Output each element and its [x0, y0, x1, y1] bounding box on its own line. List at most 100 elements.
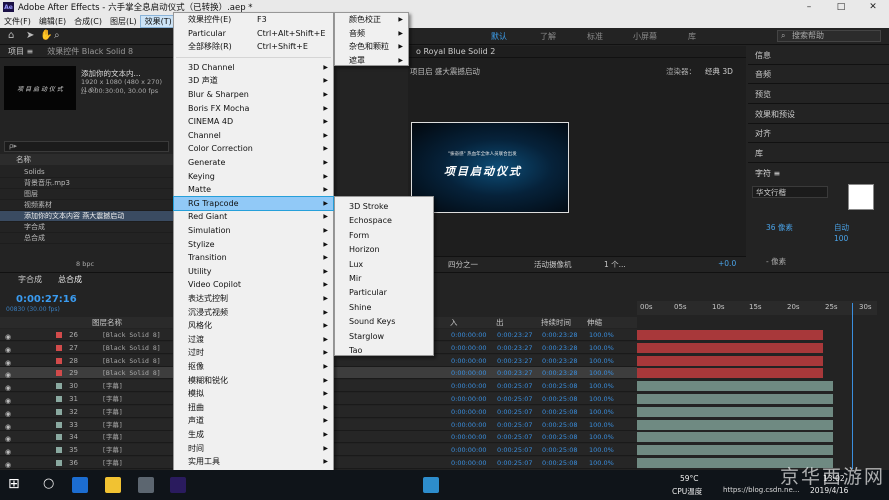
menu-item-effect-category[interactable]: 表达式控制 ▶ [174, 292, 333, 306]
layer-in[interactable]: 0:00:00:00 [451, 406, 487, 418]
menu-item-trapcode-effect[interactable]: 3D Stroke [335, 200, 433, 214]
menu-item-effect-category[interactable]: 抠像 ▶ [174, 360, 333, 374]
project-search-input[interactable]: ρ▸ [4, 141, 169, 152]
camera-select[interactable]: 活动摄像机 [534, 259, 572, 270]
menu-item-trapcode-effect[interactable]: Tao [335, 344, 433, 358]
menu-item-color-correction[interactable]: 颜色校正 ▶ [335, 13, 408, 27]
menu-item-trapcode-effect[interactable]: Form [335, 229, 433, 243]
menu-item-effect-category[interactable]: Boris FX Mocha ▶ [174, 102, 333, 116]
menu-item-effect-category[interactable]: Blur & Sharpen ▶ [174, 88, 333, 102]
menu-item-trapcode-effect[interactable]: Lux [335, 258, 433, 272]
layer-duration-bar[interactable] [637, 355, 823, 366]
layer-duration-bar[interactable] [637, 394, 833, 404]
layer-duration[interactable]: 0:00:25:08 [542, 457, 578, 469]
layer-stretch[interactable]: 100.0% [589, 329, 614, 341]
layer-in[interactable]: 0:00:00:00 [451, 380, 487, 392]
workspace-learn[interactable]: 了解 [540, 31, 556, 42]
menu-item-effect-category[interactable]: 沉浸式视频 ▶ [174, 306, 333, 320]
menu-item-audio[interactable]: 音频 ▶ [335, 27, 408, 41]
layer-name[interactable]: [字幕] [102, 406, 123, 418]
col-out[interactable]: 出 [496, 317, 504, 328]
after-effects-taskbar-icon[interactable] [170, 477, 186, 493]
hand-tool-icon[interactable]: ✋ [40, 30, 52, 41]
tab-effect-controls[interactable]: 效果控件 Black Solid 8 [47, 46, 133, 57]
col-in[interactable]: 入 [450, 317, 458, 328]
menu-item-trapcode-effect[interactable]: Mir [335, 272, 433, 286]
workspace-library[interactable]: 库 [688, 31, 696, 42]
menu-item-effect-category[interactable]: Keying ▶ [174, 170, 333, 184]
menu-item-effect-category[interactable]: 3D Channel ▶ [174, 61, 333, 75]
comp-breadcrumb[interactable]: 项目启 盛大震撼启动 [410, 66, 480, 77]
menu-item-effect-category[interactable]: Simulation ▶ [174, 224, 333, 238]
layer-in[interactable]: 0:00:00:00 [451, 431, 487, 443]
label-color-swatch[interactable] [56, 344, 62, 351]
menu-item-effect-category[interactable]: 生成 ▶ [174, 428, 333, 442]
menu-item-trapcode-effect[interactable]: Shine [335, 301, 433, 315]
renderer-value[interactable]: 经典 3D [705, 66, 733, 77]
layer-duration[interactable]: 0:00:25:08 [542, 431, 578, 443]
layer-duration-bar[interactable] [637, 342, 823, 353]
menu-item-top[interactable]: 效果控件(E) F3 [174, 13, 333, 27]
mail-icon[interactable] [138, 477, 154, 493]
menu-item-trapcode-effect[interactable]: Echospace [335, 214, 433, 228]
label-color-swatch[interactable] [56, 332, 62, 338]
views-select[interactable]: 1 个... [604, 259, 626, 270]
zoom-tool-icon[interactable]: ⌕ [54, 30, 60, 41]
layer-name[interactable]: [字幕] [102, 431, 123, 443]
label-color-swatch[interactable] [56, 370, 62, 377]
layer-out[interactable]: 0:00:25:07 [497, 431, 533, 443]
layer-duration-bar[interactable] [637, 330, 823, 340]
menu-item-effect-category[interactable]: Color Correction ▶ [174, 142, 333, 156]
layer-duration-bar[interactable] [637, 368, 823, 379]
layer-name[interactable]: [字幕] [102, 380, 123, 392]
menu-item-effect-category[interactable]: 3D 声道 ▶ [174, 74, 333, 88]
menu-item-top[interactable]: Particular Ctrl+Alt+Shift+E [174, 27, 333, 41]
menu-item-effect-category[interactable]: Red Giant ▶ [174, 210, 333, 224]
layer-name[interactable]: [字幕] [102, 457, 123, 469]
list-item[interactable]: 字合成 [0, 222, 175, 233]
menu-item-effect-category[interactable]: RG Trapcode ▶ [173, 195, 334, 212]
label-color-swatch[interactable] [56, 421, 62, 428]
tracking-value[interactable]: 100 [834, 234, 848, 243]
layer-duration[interactable]: 0:00:23:28 [542, 355, 578, 367]
layer-out[interactable]: 0:00:23:27 [497, 329, 533, 341]
app-taskbar-icon[interactable] [423, 477, 439, 493]
edge-browser-icon[interactable] [72, 477, 88, 493]
menu-item-trapcode-effect[interactable]: Particular [335, 286, 433, 300]
leading-value[interactable]: 自动 [834, 222, 849, 233]
col-name-header[interactable]: 名称 [0, 154, 175, 165]
panel-align[interactable]: 对齐 [748, 124, 889, 143]
menu-item-effect-category[interactable]: Generate ▶ [174, 156, 333, 170]
workspace-default[interactable]: 默认 [491, 31, 507, 42]
font-select[interactable]: 华文行楷 [752, 186, 828, 198]
layer-out[interactable]: 0:00:25:07 [497, 393, 533, 405]
layer-in[interactable]: 0:00:00:00 [451, 444, 487, 456]
panel-audio[interactable]: 音频 [748, 65, 889, 84]
tab-sub-comp[interactable]: 字合成 [18, 273, 42, 286]
menu-item-effect-category[interactable]: Stylize ▶ [174, 238, 333, 252]
fill-color-swatch[interactable] [848, 184, 874, 210]
menu-item-effect-category[interactable]: 模糊和锐化 ▶ [174, 374, 333, 388]
label-color-swatch[interactable] [56, 434, 62, 441]
workspace-small-screen[interactable]: 小屏幕 [633, 31, 657, 42]
menu-item-effect-category[interactable]: 时间 ▶ [174, 442, 333, 456]
bpc-indicator[interactable]: 8 bpc [76, 260, 94, 268]
layer-out[interactable]: 0:00:25:07 [497, 444, 533, 456]
menu-item-effect-category[interactable]: Matte ▶ [174, 183, 333, 197]
label-color-swatch[interactable] [56, 460, 62, 466]
menu-item-effect-category[interactable]: 过渡 ▶ [174, 333, 333, 347]
layer-out[interactable]: 0:00:25:07 [497, 457, 533, 469]
layer-stretch[interactable]: 100.0% [589, 367, 614, 379]
layer-in[interactable]: 0:00:00:00 [451, 393, 487, 405]
col-duration[interactable]: 持续时间 [541, 317, 571, 328]
menu-item-top[interactable]: 全部移除(R) Ctrl+Shift+E [174, 40, 333, 54]
panel-library[interactable]: 库 [748, 144, 889, 163]
font-size-value[interactable]: 36 像素 [766, 222, 793, 233]
current-timecode[interactable]: 0:00:27:16 [16, 294, 77, 305]
layer-duration-bar[interactable] [637, 381, 833, 392]
layer-duration[interactable]: 0:00:25:08 [542, 444, 578, 456]
workspace-standard[interactable]: 标准 [587, 31, 603, 42]
layer-stretch[interactable]: 100.0% [589, 431, 614, 443]
layer-duration-bar[interactable] [637, 419, 833, 430]
layer-duration[interactable]: 0:00:25:08 [542, 406, 578, 418]
